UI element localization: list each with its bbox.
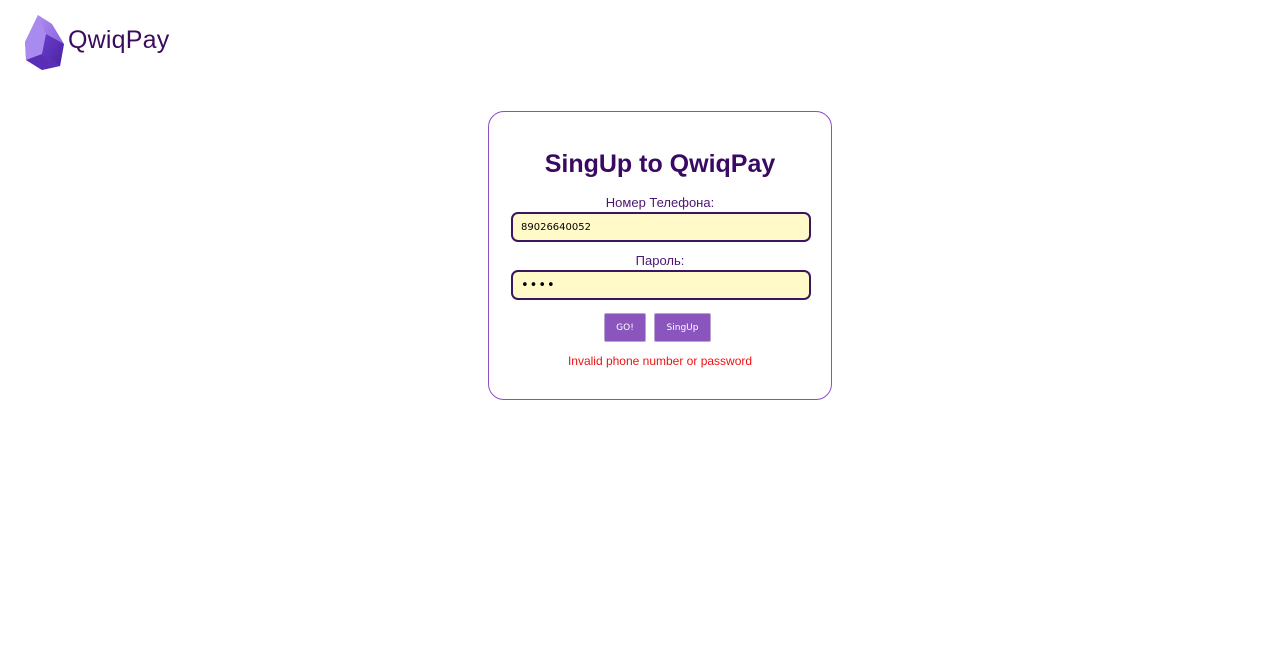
- brand-name: QwiqPay: [68, 25, 170, 54]
- phone-input[interactable]: [511, 212, 811, 242]
- go-button[interactable]: GO!: [604, 313, 646, 342]
- password-label: Пароль:: [635, 253, 685, 268]
- phone-label: Номер Телефона:: [605, 195, 715, 210]
- password-input[interactable]: [511, 270, 811, 300]
- brand-header[interactable]: QwiqPay: [24, 14, 169, 70]
- signup-button[interactable]: SingUp: [654, 313, 711, 342]
- crystal-logo-icon: [25, 15, 64, 70]
- form-title: SingUp to QwiqPay: [544, 150, 776, 178]
- error-message: Invalid phone number or password: [567, 354, 753, 368]
- page: QwiqPay SingUp to QwiqPay Номер Телефона…: [0, 0, 1280, 672]
- signup-card: SingUp to QwiqPay Номер Телефона: Пароль…: [488, 111, 832, 400]
